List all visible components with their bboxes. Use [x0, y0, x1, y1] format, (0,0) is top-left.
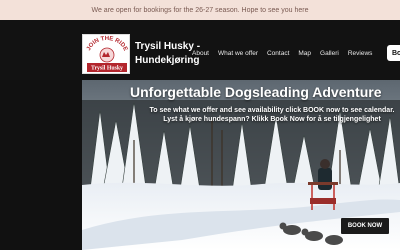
hero-subtitle: To see what we offer and see availabilit…: [144, 106, 400, 124]
hero-subtitle-no: Lyst å kjøre hundespann? Klikk Book Now …: [163, 116, 381, 123]
site-logo[interactable]: JOIN THE RIDE Trysil Husky: [82, 34, 130, 74]
hero-title: Unforgettable Dogsleading Adventure: [130, 84, 382, 100]
nav-reviews[interactable]: Reviews: [348, 50, 373, 57]
nav-what-we-offer[interactable]: What we offer: [218, 50, 258, 57]
brand-name[interactable]: Trysil Husky - Hundekjøring: [135, 40, 200, 68]
logo-bottom-text: Trysil Husky: [91, 66, 123, 72]
nav-map[interactable]: Map: [298, 50, 311, 57]
nav-contact[interactable]: Contact: [267, 50, 289, 57]
hero-subtitle-en: To see what we offer and see availabilit…: [149, 107, 395, 114]
header-book-button[interactable]: Bo: [387, 45, 400, 61]
site-header: JOIN THE RIDE Trysil Husky Trysil Husky …: [0, 20, 400, 80]
main-nav: About What we offer Contact Map Galleri …: [192, 50, 372, 57]
announcement-text: We are open for bookings for the 26-27 s…: [91, 6, 309, 14]
book-now-button[interactable]: BOOK NOW: [341, 218, 389, 234]
announcement-bar: We are open for bookings for the 26-27 s…: [0, 0, 400, 20]
nav-galleri[interactable]: Galleri: [320, 50, 339, 57]
brand-line-1: Trysil Husky -: [135, 41, 201, 52]
hero-section: Unforgettable Dogsleading Adventure To s…: [82, 80, 400, 250]
brand-line-2: Hundekjøring: [135, 55, 200, 66]
logo-graphic: JOIN THE RIDE Trysil Husky: [86, 36, 128, 72]
nav-about[interactable]: About: [192, 50, 209, 57]
